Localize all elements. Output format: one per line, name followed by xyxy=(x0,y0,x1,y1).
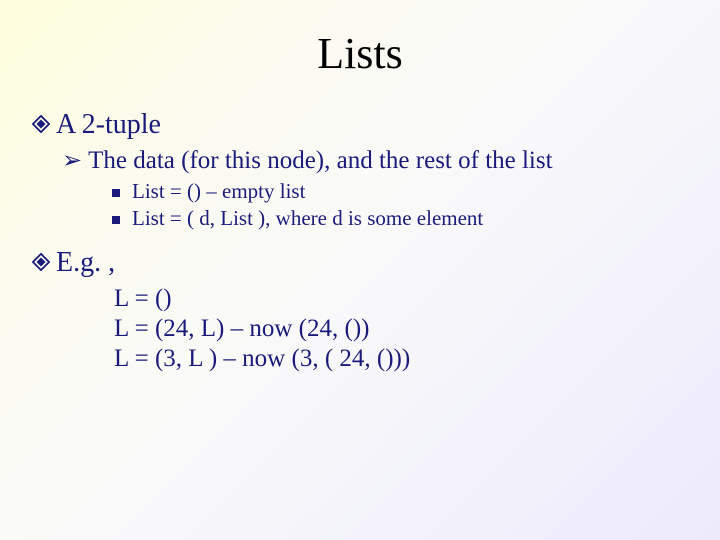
square-icon xyxy=(112,216,120,224)
diamond-icon xyxy=(32,115,50,138)
diamond-icon xyxy=(32,253,50,276)
bullet-level2: ➢ The data (for this node), and the rest… xyxy=(62,147,700,175)
bullet-level1: A 2-tuple xyxy=(32,109,700,141)
level1-text: E.g. , xyxy=(56,247,115,278)
square-icon xyxy=(112,189,120,197)
slide-title: Lists xyxy=(20,28,700,79)
bullet-level3: List = ( d, List ), where d is some elem… xyxy=(112,206,700,231)
level2-text: The data (for this node), and the rest o… xyxy=(88,147,552,174)
body-text: L = () xyxy=(114,285,700,313)
bullet-level3: List = () – empty list xyxy=(112,179,700,204)
body-text: L = (3, L ) – now (3, ( 24, ())) xyxy=(114,345,700,373)
level3-text: List = ( d, List ), where d is some elem… xyxy=(132,206,483,230)
chevron-right-icon: ➢ xyxy=(62,147,82,175)
body-text: L = (24, L) – now (24, ()) xyxy=(114,315,700,343)
level1-text: A 2-tuple xyxy=(56,109,161,140)
level3-text: List = () – empty list xyxy=(132,179,305,203)
bullet-level1: E.g. , xyxy=(32,247,700,279)
slide: Lists A 2-tuple ➢ The data (for this nod… xyxy=(0,0,720,540)
